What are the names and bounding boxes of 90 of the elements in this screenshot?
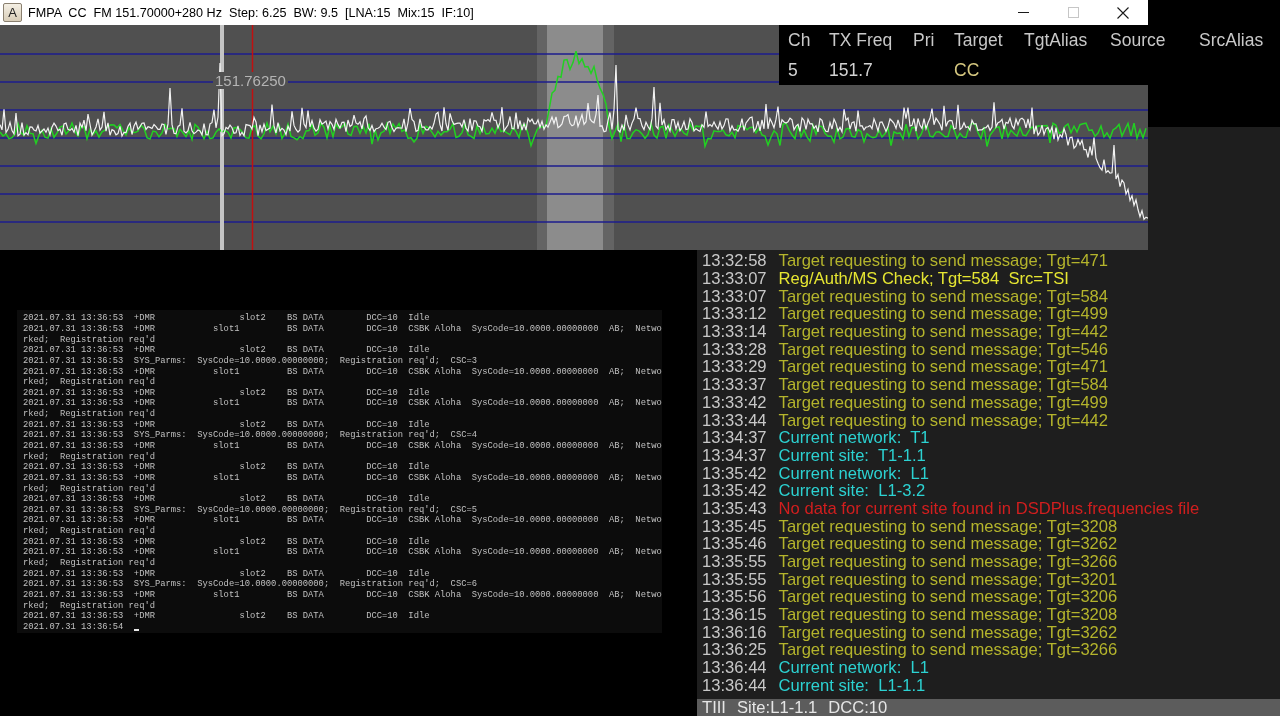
log-time: 13:35:56 [702,588,767,606]
column-header: SrcAlias [1199,30,1264,50]
log-message: Target requesting to send message; Tgt=442 [778,411,1109,429]
log-time: 13:33:42 [702,393,767,411]
status-text: Site:L1-1.1 [736,699,818,716]
console-line: rked; Registration req'd [23,451,155,462]
log-time: 13:36:15 [702,606,767,624]
console-line: rked; Registration req'd [23,600,155,611]
console-line: 2021.07.31 13:36:53 +DMR slot1 BS DATA DCC=10 CSBK Aloha SysCode=10.0000.00000000 AB; Netwo [23,441,662,451]
log-time: 13:33:14 [702,323,767,341]
console-line: 2021.07.31 13:36:53 +DMR slot2 BS DATA DCC=10 Idle [23,611,430,622]
minimize-icon [1017,12,1029,13]
log-time: 13:34:37 [702,429,767,447]
log-time: 13:36:25 [702,641,767,659]
log-time: 13:35:45 [702,517,767,535]
log-message: Target requesting to send message; Tgt=3266 [778,553,1118,571]
window-title: FMPA CC FM 151.70000+280 Hz Step: 6.25 BW: 9.5 [LNA:15 Mix:15 IF:10] [28,5,474,20]
log-message: Target requesting to send message; Tgt=3201 [778,570,1118,588]
log-message: Current network: L1 [778,464,929,482]
log-message: Target requesting to send message; Tgt=442 [778,323,1109,341]
log-message: Target requesting to send message; Tgt=499 [778,305,1109,323]
log-message: Target requesting to send message; Tgt=584 [778,376,1109,394]
log-message: Target requesting to send message; Tgt=3262 [778,535,1118,553]
log-time: 13:33:44 [702,411,767,429]
log-message: Target requesting to send message; Tgt=3208 [778,517,1118,535]
log-message: Target requesting to send message; Tgt=3262 [778,623,1118,641]
log-message: Reg/Auth/MS Check; Tgt=584 Src=TSI [778,270,1069,288]
console-line: 2021.07.31 13:36:53 +DMR slot2 BS DATA DCC=10 Idle [23,419,430,430]
console-line: 2021.07.31 13:36:53 +DMR slot2 BS DATA DCC=10 Idle [23,568,430,579]
log-message: Target requesting to send message; Tgt=471 [778,358,1109,376]
log-message: Target requesting to send message; Tgt=3266 [778,641,1118,659]
console-line: 2021.07.31 13:36:53 SYS_Parms: SysCode=10.0000.00000000; Registration req'd; CSC=3 [23,355,477,366]
log-time: 13:35:42 [702,482,767,500]
log-time: 13:33:28 [702,340,767,358]
log-time: 13:36:44 [702,676,767,694]
log-message: Current site: L1-1.1 [778,676,926,694]
log-time: 13:35:46 [702,535,767,553]
console-line: 2021.07.31 13:36:53 +DMR slot1 BS DATA DCC=10 CSBK Aloha SysCode=10.0000.00000000 AB; Netwo [23,366,662,377]
console-line: 2021.07.31 13:36:53 SYS_Parms: SysCode=10.0000.00000000; Registration req'd; CSC=6 [23,579,477,590]
log-message: Target requesting to send message; Tgt=546 [778,340,1109,358]
console-line: rked; Registration req'd [23,483,155,494]
log-time: 13:33:07 [702,287,767,305]
log-message: Target requesting to send message; Tgt=471 [778,252,1109,270]
log-time: 13:32:58 [702,252,767,270]
console-line: 2021.07.31 13:36:53 +DMR slot1 BS DATA DCC=10 CSBK Aloha SysCode=10.0000.00000000 AB; Netwo [23,547,662,558]
console-line: rked; Registration req'd [23,409,155,420]
console-line: rked; Registration req'd [23,377,155,388]
cursor-icon [134,629,140,632]
close-icon [1117,6,1129,19]
console-line: 2021.07.31 13:36:53 +DMR slot2 BS DATA DCC=10 Idle [23,536,430,547]
status-text: DCC:10 [828,699,888,716]
log-time: 13:35:55 [702,553,767,571]
maximize-icon [1067,7,1079,18]
log-time: 13:34:37 [702,446,767,464]
console-line: 2021.07.31 13:36:53 +DMR slot2 BS DATA DCC=10 Idle [23,462,430,473]
console-line: 2021.07.31 13:36:53 SYS_Parms: SysCode=10.0000.00000000; Registration req'd; CSC=5 [23,504,477,515]
log-message: Target requesting to send message; Tgt=584 [778,287,1109,305]
log-time: 13:33:07 [702,270,767,288]
console-line: 2021.07.31 13:36:53 +DMR slot1 BS DATA DCC=10 CSBK Aloha SysCode=10.0000.00000000 AB; Netwo [23,515,662,526]
app-logo: A [3,3,22,22]
log-message: Current site: T1-1.1 [778,446,926,464]
console-line: rked; Registration req'd [23,526,155,537]
log-time: 13:36:16 [702,623,767,641]
console-line: 2021.07.31 13:36:53 +DMR slot2 BS DATA DCC=10 Idle [23,345,430,356]
log-message: No data for current site found in DSDPlus.frequencies file [778,499,1200,517]
console-line: 2021.07.31 13:36:54 [23,621,124,632]
log-message: Current network: L1 [778,659,929,677]
log-time: 13:35:42 [702,464,767,482]
console-line: 2021.07.31 13:36:53 +DMR slot2 BS DATA DCC=10 Idle [23,387,430,398]
console-line: 2021.07.31 13:36:53 +DMR slot1 BS DATA DCC=10 CSBK Aloha SysCode=10.0000.00000000 AB; Netwo [23,589,662,600]
console-line: 2021.07.31 13:36:53 +DMR slot2 BS DATA DCC=10 Idle [23,313,430,324]
log-message: Target requesting to send message; Tgt=3206 [778,588,1118,606]
log-time: 13:33:29 [702,358,767,376]
log-time: 13:36:44 [702,659,767,677]
log-time: 13:35:55 [702,570,767,588]
console-line: 2021.07.31 13:36:53 +DMR slot1 BS DATA DCC=10 CSBK Aloha SysCode=10.0000.00000000 AB; Netwo [23,398,662,409]
log-message: Target requesting to send message; Tgt=499 [778,393,1109,411]
console-line: 2021.07.31 13:36:53 +DMR slot2 BS DATA DCC=10 Idle [23,494,430,505]
console-line: rked; Registration req'd [23,558,155,569]
console-line: 2021.07.31 13:36:53 +DMR slot1 BS DATA DCC=10 CSBK Aloha SysCode=10.0000.00000000 AB; Netwo [23,472,662,483]
status-text: TIII [702,699,726,716]
console-line: rked; Registration req'd [23,334,155,345]
log-message: Current site: L1-3.2 [778,482,926,500]
console-line: 2021.07.31 13:36:53 +DMR slot1 BS DATA DCC=10 CSBK Aloha SysCode=10.0000.00000000 AB; Netwo [23,323,662,334]
log-time: 13:33:12 [702,305,767,323]
log-message: Current network: T1 [778,429,930,447]
log-time: 13:33:37 [702,376,767,394]
log-message: Target requesting to send message; Tgt=3208 [778,606,1118,624]
console-line: 2021.07.31 13:36:53 SYS_Parms: SysCode=10.0000.00000000; Registration req'd; CSC=4 [23,430,477,441]
log-time: 13:35:43 [702,499,767,517]
